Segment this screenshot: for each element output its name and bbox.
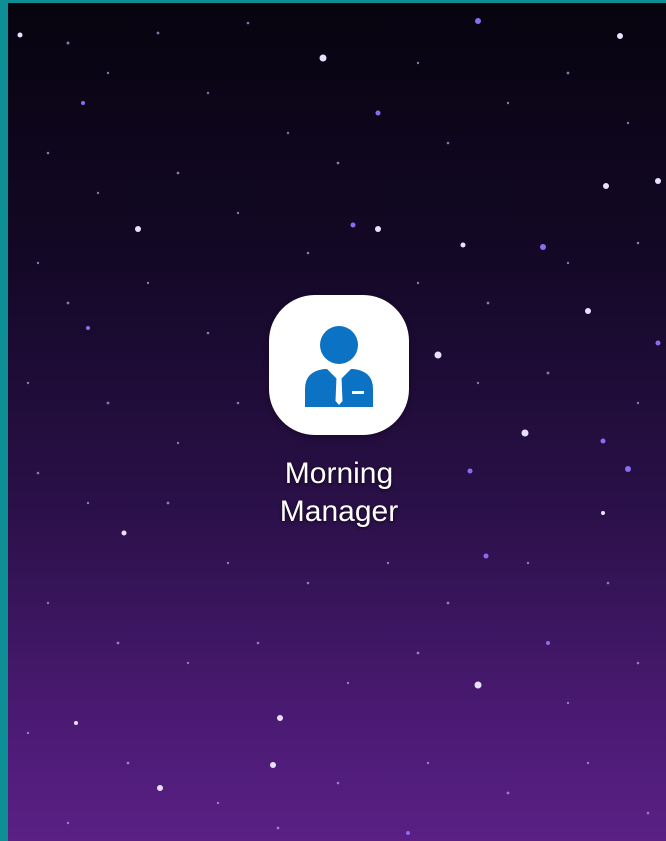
home-screen: Morning Manager xyxy=(0,0,666,841)
app-icon-tile[interactable] xyxy=(269,295,409,435)
app-morning-manager[interactable]: Morning Manager xyxy=(244,295,434,531)
businessman-icon xyxy=(305,326,373,407)
app-label[interactable]: Morning Manager xyxy=(244,455,434,531)
app-label-line1: Morning xyxy=(284,457,394,490)
app-label-line2: Manager xyxy=(279,495,399,528)
